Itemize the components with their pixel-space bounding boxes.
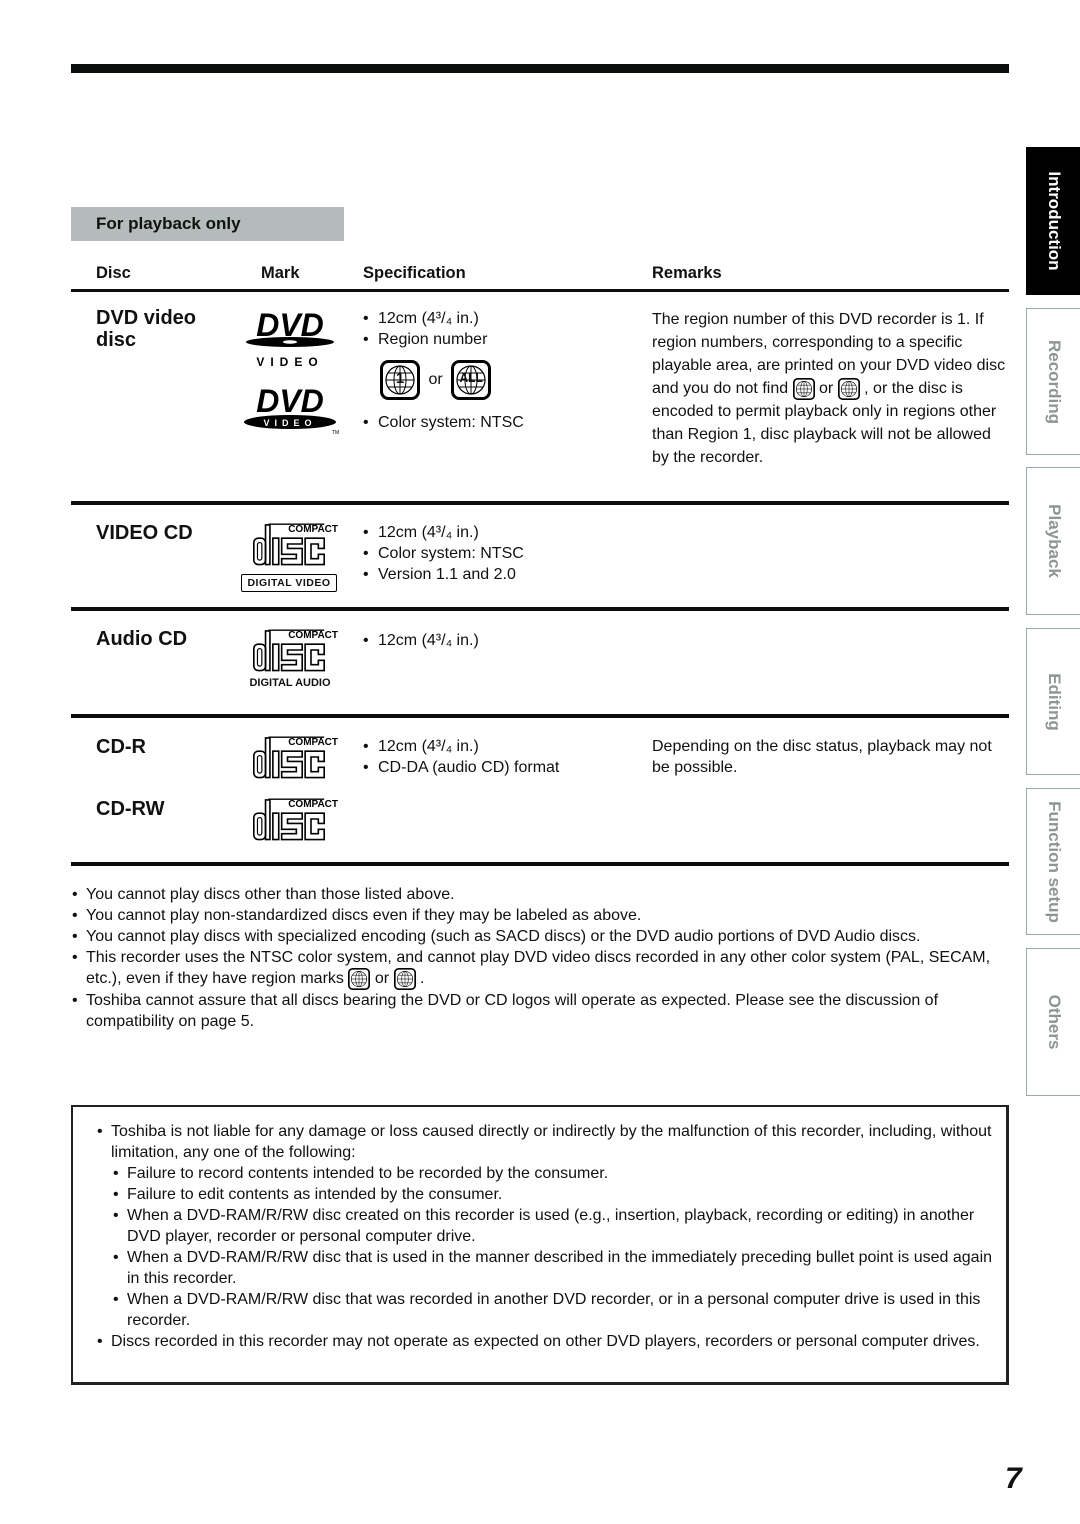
row-rule (71, 607, 1009, 611)
spec-list: 12cm (4³/₄ in.) (363, 630, 479, 651)
row-rule (71, 714, 1009, 718)
svg-text:VIDEO: VIDEO (256, 355, 323, 369)
column-header-mark: Mark (261, 264, 300, 282)
note-item: You cannot play discs other than those l… (72, 884, 992, 905)
section-label: For playback only (71, 207, 344, 241)
digital-video-caption: DIGITAL VIDEO (241, 574, 337, 592)
region-all-icon: ALL (451, 360, 491, 400)
column-header-remarks: Remarks (652, 264, 722, 282)
row-rule (71, 501, 1009, 505)
compact-disc-logo-icon: COMPACT (252, 522, 338, 566)
column-header-disc: Disc (96, 264, 131, 282)
spec-list: 12cm (4³/₄ in.) CD-DA (audio CD) format (363, 736, 559, 778)
disclaimer-item: Discs recorded in this recorder may not … (97, 1331, 997, 1352)
disc-name: CD-R (96, 736, 146, 758)
region-all-icon (838, 378, 860, 400)
note-item: You cannot play non-standardized discs e… (72, 905, 992, 926)
remarks: The region number of this DVD recorder i… (652, 311, 1006, 466)
region-marks: 1 or ALL (380, 360, 491, 400)
tab-playback[interactable]: Playback (1026, 467, 1080, 615)
compact-disc-logo-icon: COMPACT (252, 735, 338, 779)
disc-name: VIDEO CD (96, 522, 193, 544)
region-1-icon (348, 968, 370, 990)
disclaimer-subitem: Failure to edit contents as intended by … (97, 1184, 997, 1205)
table-bottom-rule (71, 862, 1009, 866)
disclaimer-subitem: Failure to record contents intended to b… (97, 1163, 997, 1184)
region-all-icon (394, 968, 416, 990)
disclaimer-subitem: When a DVD-RAM/R/RW disc that was record… (97, 1289, 997, 1331)
tab-recording[interactable]: Recording (1026, 308, 1080, 455)
disclaimer-item: Toshiba is not liable for any damage or … (97, 1121, 997, 1163)
tab-others[interactable]: Others (1026, 948, 1080, 1096)
compact-disc-logo-icon: COMPACT (252, 628, 338, 672)
disclaimer-box: Toshiba is not liable for any damage or … (71, 1105, 1009, 1385)
svg-text:COMPACT: COMPACT (288, 737, 338, 748)
top-rule (71, 64, 1009, 73)
header-rule (71, 289, 1009, 292)
notes-list: You cannot play discs other than those l… (72, 884, 992, 1032)
spec-list: 12cm (4³/₄ in.) Region number (363, 308, 487, 350)
svg-text:VIDEO: VIDEO (263, 418, 316, 428)
note-item: You cannot play discs with specialized e… (72, 926, 992, 947)
region-1-icon (793, 378, 815, 400)
disc-name: CD-RW (96, 798, 165, 820)
svg-text:COMPACT: COMPACT (288, 799, 338, 810)
disclaimer-subitem: When a DVD-RAM/R/RW disc that is used in… (97, 1247, 997, 1289)
compact-disc-logo-icon: COMPACT (252, 797, 338, 841)
digital-audio-caption: DIGITAL AUDIO (249, 677, 331, 689)
svg-text:COMPACT: COMPACT (288, 630, 338, 641)
svg-text:DVD: DVD (256, 386, 324, 419)
page-number: 7 (1005, 1462, 1022, 1495)
disclaimer-subitem: When a DVD-RAM/R/RW disc created on this… (97, 1205, 997, 1247)
tab-editing[interactable]: Editing (1026, 628, 1080, 775)
column-header-specification: Specification (363, 264, 466, 282)
tab-introduction[interactable]: Introduction (1026, 147, 1080, 295)
dvd-video-logo-icon: DVD VIDEO (246, 308, 334, 369)
note-item: Toshiba cannot assure that all discs bea… (72, 990, 992, 1032)
dvd-video-logo-alt-icon: DVD VIDEO TM (244, 386, 339, 436)
disc-name: DVD video disc (96, 307, 197, 351)
spec-list: 12cm (4³/₄ in.) Color system: NTSC Versi… (363, 522, 524, 585)
region-1-icon: 1 (380, 360, 420, 400)
svg-text:TM: TM (332, 430, 339, 436)
remarks: Depending on the disc status, playback m… (652, 738, 992, 776)
note-item: This recorder uses the NTSC color system… (72, 947, 992, 990)
svg-text:COMPACT: COMPACT (288, 524, 338, 535)
spec-list: Color system: NTSC (363, 412, 524, 433)
disc-name: Audio CD (96, 628, 188, 650)
tab-function-setup[interactable]: Function setup (1026, 788, 1080, 935)
